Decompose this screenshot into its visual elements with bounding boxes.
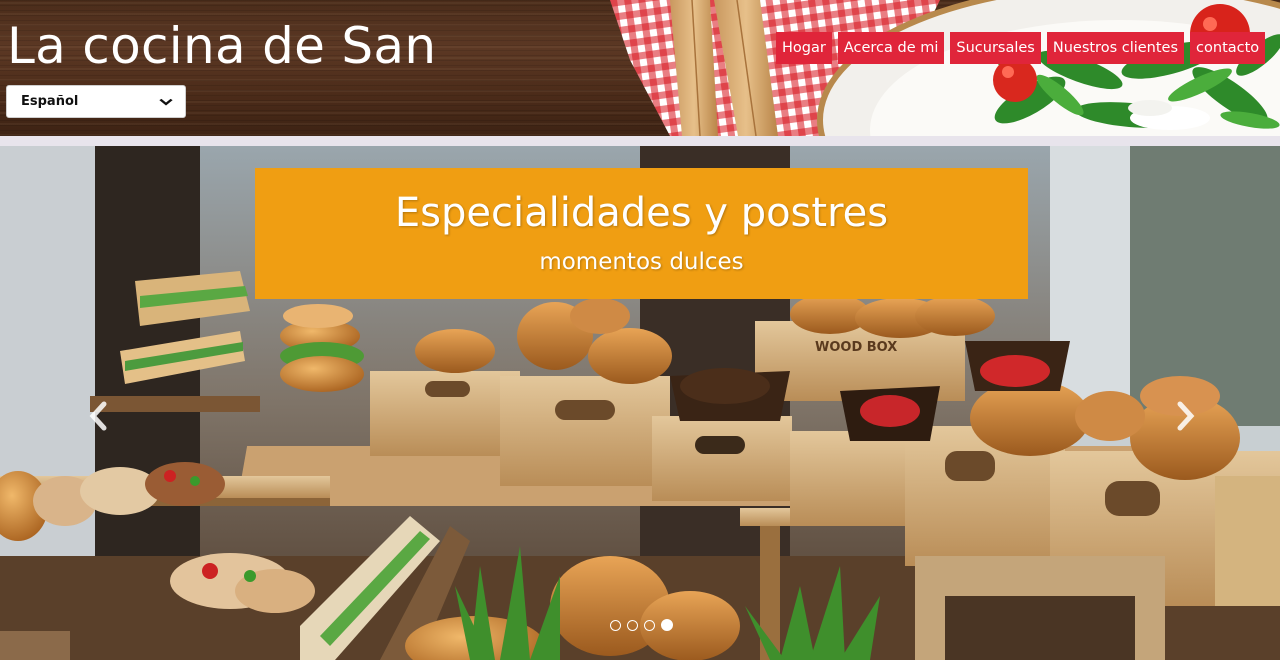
- carousel-next-button[interactable]: [1166, 396, 1206, 436]
- chevron-down-icon: [159, 94, 173, 110]
- carousel-indicator-1[interactable]: [610, 620, 621, 631]
- header-separator: [0, 136, 1280, 146]
- chevron-right-icon: [1177, 401, 1195, 431]
- carousel-indicator-3[interactable]: [644, 620, 655, 631]
- svg-text:WOOD BOX: WOOD BOX: [815, 340, 897, 355]
- carousel-prev-button[interactable]: [78, 396, 118, 436]
- carousel-caption-subtitle: momentos dulces: [539, 249, 744, 275]
- nav-item-acerca-de-mi[interactable]: Acerca de mi: [837, 32, 945, 64]
- language-select-value: Español: [21, 94, 79, 109]
- site-title: La cocina de San: [7, 17, 437, 75]
- language-select[interactable]: Español: [6, 85, 186, 118]
- carousel-caption-title: Especialidades y postres: [394, 190, 889, 236]
- nav-item-contacto[interactable]: contacto: [1190, 32, 1266, 64]
- nav-item-nuestros-clientes[interactable]: Nuestros clientes: [1046, 32, 1185, 64]
- carousel-caption: Especialidades y postres momentos dulces: [255, 168, 1028, 299]
- site-header: La cocina de San Español Hogar Acerca de…: [0, 0, 1280, 136]
- carousel-indicators: [610, 619, 673, 631]
- carousel-indicator-2[interactable]: [627, 620, 638, 631]
- nav-item-hogar[interactable]: Hogar: [776, 32, 832, 64]
- main-nav: Hogar Acerca de mi Sucursales Nuestros c…: [776, 32, 1266, 64]
- chevron-left-icon: [89, 401, 107, 431]
- hero-carousel: WOOD BOX Especialidades y postres moment…: [0, 146, 1280, 660]
- nav-item-sucursales[interactable]: Sucursales: [950, 32, 1041, 64]
- header-food-image: [610, 0, 1280, 136]
- carousel-indicator-4[interactable]: [661, 619, 673, 631]
